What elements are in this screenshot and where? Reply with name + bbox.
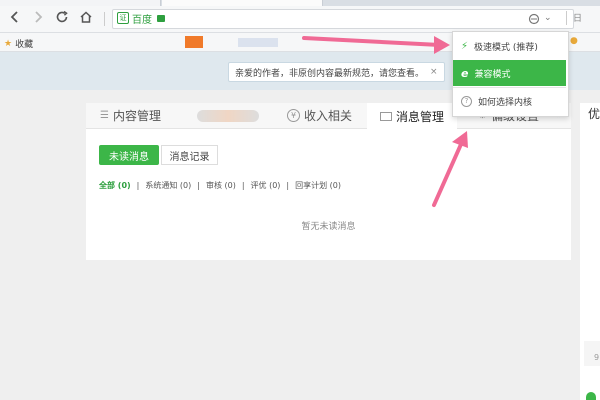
arrowhead-1 [434,36,450,54]
arrow-line-1 [302,36,442,47]
annotation-arrows [302,36,468,207]
arrow-line-2 [432,140,464,207]
